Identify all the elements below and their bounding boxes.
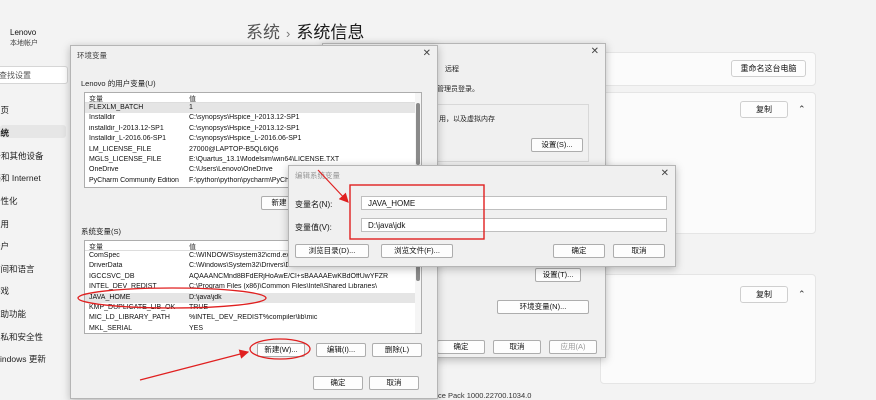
sidebar-item-personalization[interactable]: 个性化 xyxy=(0,195,18,207)
breadcrumb: 系统 › 系统信息 xyxy=(246,18,364,43)
sidebar-item-home[interactable]: 主页 xyxy=(0,104,9,116)
breadcrumb-parent[interactable]: 系统 xyxy=(246,23,280,42)
sidebar-item-bluetooth[interactable]: 蓝牙和其他设备 xyxy=(0,150,44,162)
close-icon[interactable]: ✕ xyxy=(661,168,669,179)
copy-device-specs-button[interactable]: 复制 xyxy=(740,101,788,118)
sysprops-ok-button[interactable]: 确定 xyxy=(437,340,485,354)
variable-name-field[interactable]: JAVA_HOME xyxy=(361,196,667,210)
sidebar-item-gaming[interactable]: 游戏 xyxy=(0,285,9,297)
browse-directory-button[interactable]: 浏览目录(D)... xyxy=(295,244,369,258)
scrollbar-thumb[interactable] xyxy=(416,103,420,165)
table-row[interactable]: MIC_LD_LIBRARY_PATH %INTEL_DEV_REDIST%com… xyxy=(85,313,421,323)
admin-note-text: 管理员登录。 xyxy=(437,86,479,93)
table-row[interactable]: KMP_DUPLICATE_LIB_OK TRUE xyxy=(85,303,421,313)
environment-variables-button[interactable]: 环境变量(N)... xyxy=(497,300,589,314)
browse-file-button[interactable]: 浏览文件(F)... xyxy=(381,244,453,258)
sidebar-item-accounts[interactable]: 帐户 xyxy=(0,240,9,252)
breadcrumb-separator: › xyxy=(286,26,291,41)
copy-windows-specs-button[interactable]: 复制 xyxy=(740,286,788,303)
sysprops-cancel-button[interactable]: 取消 xyxy=(493,340,541,354)
close-icon[interactable]: ✕ xyxy=(423,48,431,59)
windows-experience-pack-text: ce Pack 1000.22700.1034.0 xyxy=(438,391,532,400)
system-edit-button[interactable]: 编辑(I)... xyxy=(316,343,366,357)
system-new-button[interactable]: 新建(W)... xyxy=(257,343,305,357)
sidebar-item-accessibility[interactable]: 辅助功能 xyxy=(0,308,26,320)
table-row[interactable]: Installdir C:\synopsys\Hspice_I-2013.12-S… xyxy=(85,113,421,123)
sidebar-item-time-language[interactable]: 时间和语言 xyxy=(0,263,35,275)
edit-ok-button[interactable]: 确定 xyxy=(553,244,605,258)
user-vars-label: Lenovo 的用户变量(U) xyxy=(81,79,156,88)
table-row[interactable]: LM_LICENSE_FILE 27000@LAPTOP-B5QL6IQ6 xyxy=(85,145,421,155)
sidebar-item-privacy[interactable]: 隐私和安全性 xyxy=(0,331,43,343)
sidebar-item-windows-update[interactable]: Windows 更新 xyxy=(0,353,46,365)
table-row[interactable]: FLEXLM_BATCH 1 xyxy=(85,103,421,114)
rename-pc-button[interactable]: 重命名这台电脑 xyxy=(731,60,806,77)
table-row[interactable]: INTEL_DEV_REDIST C:\Program Files (x86)\C… xyxy=(85,282,421,292)
settings-search-input[interactable]: 查找设置 xyxy=(0,66,68,84)
performance-settings-button[interactable]: 设置(S)... xyxy=(531,138,583,152)
performance-note-text: 用，以及虚拟内存 xyxy=(439,116,495,123)
edit-cancel-button[interactable]: 取消 xyxy=(613,244,665,258)
table-row[interactable]: JAVA_HOME D:\java\jdk xyxy=(85,292,421,303)
chevron-up-icon[interactable]: ⌃ xyxy=(798,104,806,115)
table-row[interactable]: MKL_SERIAL YES xyxy=(85,324,421,333)
user-vars-header: 变量 值 xyxy=(85,93,421,103)
edit-system-variable-dialog: 编辑系统变量 ✕ 变量名(N): JAVA_HOME 变量值(V): D:\ja… xyxy=(288,165,676,267)
settings-sidebar: Lenovo 本地帐户 查找设置 主页 系统 蓝牙和其他设备 网络和 Inter… xyxy=(0,0,70,400)
account-type: 本地帐户 xyxy=(10,40,38,47)
tab-remote[interactable]: 远程 xyxy=(445,64,459,74)
system-delete-button[interactable]: 删除(L) xyxy=(372,343,422,357)
sidebar-item-system[interactable]: 系统 xyxy=(0,127,9,139)
table-row[interactable]: installdir_I-2013.12-SP1 C:\synopsys\Hspi… xyxy=(85,124,421,134)
variable-name-label: 变量名(N): xyxy=(295,200,333,209)
sidebar-item-apps[interactable]: 应用 xyxy=(0,218,9,230)
table-row[interactable]: IGCCSVC_DB AQAAANCMnd8BFdERjHoAwE/Cl+sBAA… xyxy=(85,272,421,282)
close-icon[interactable]: ✕ xyxy=(591,46,599,57)
startup-settings-button[interactable]: 设置(T)... xyxy=(535,268,581,282)
chevron-up-icon[interactable]: ⌃ xyxy=(798,289,806,300)
performance-group xyxy=(431,104,589,162)
system-vars-label: 系统变量(S) xyxy=(81,227,121,236)
variable-value-label: 变量值(V): xyxy=(295,223,332,232)
table-row[interactable]: MGLS_LICENSE_FILE E:\Quartus_13.1\Modelsi… xyxy=(85,155,421,165)
page-title: 系统信息 xyxy=(296,23,365,42)
table-row[interactable]: Installdir_L-2016.06-SP1 C:\synopsys\Hspi… xyxy=(85,134,421,144)
env-ok-button[interactable]: 确定 xyxy=(313,376,363,390)
sysprops-apply-button[interactable]: 应用(A) xyxy=(549,340,597,354)
nav-active-highlight xyxy=(0,125,66,138)
env-dialog-title: 环境变量 xyxy=(77,51,107,60)
account-name: Lenovo xyxy=(10,28,37,37)
variable-value-field[interactable]: D:\java\jdk xyxy=(361,218,667,232)
sidebar-item-network[interactable]: 网络和 Internet xyxy=(0,172,41,184)
edit-dialog-title: 编辑系统变量 xyxy=(295,171,340,180)
env-cancel-button[interactable]: 取消 xyxy=(369,376,419,390)
